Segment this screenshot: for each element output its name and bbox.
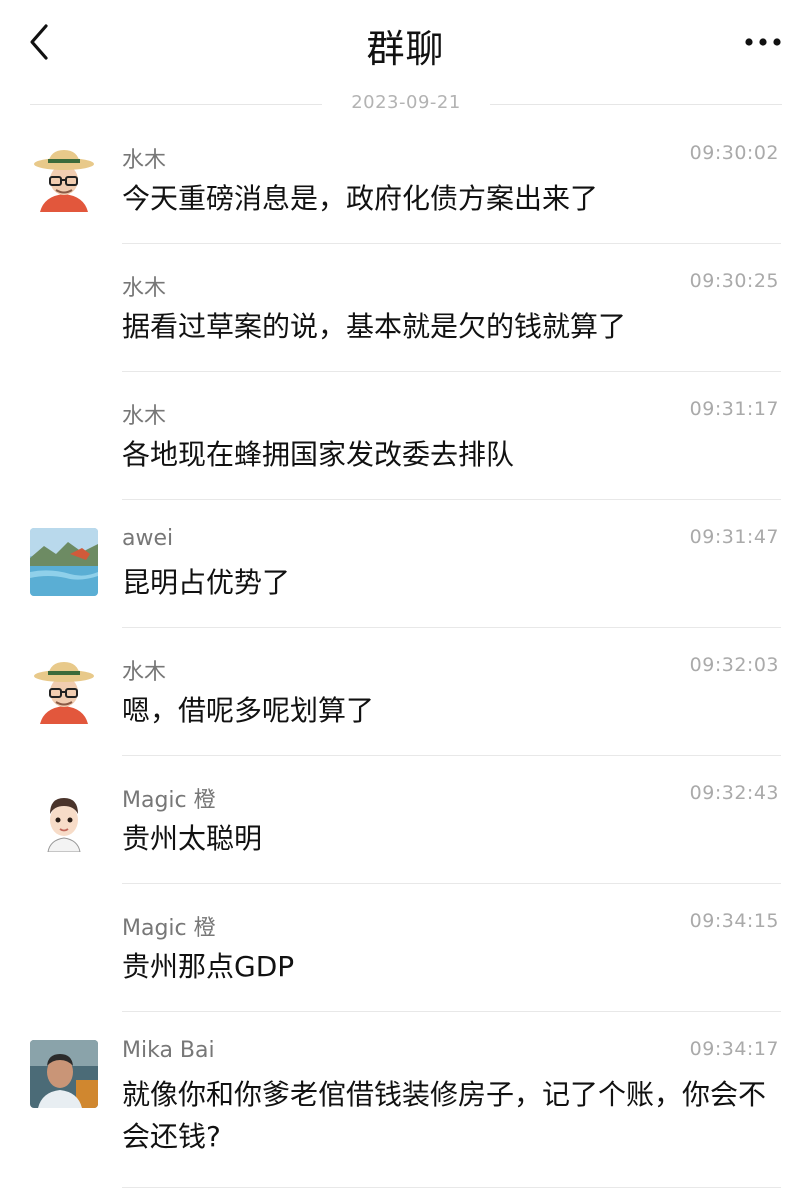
message-item[interactable]: 水木 09:32:03 嗯，借呢多呢划算了 [0, 628, 811, 756]
message-item[interactable]: awei 09:31:47 昆明占优势了 [0, 500, 811, 628]
message-item[interactable]: Magic 橙 09:34:15 贵州那点GDP [0, 884, 811, 1012]
sender-name: Mika Bai [122, 1038, 215, 1063]
sender-name: awei [122, 526, 174, 551]
sender-name: 水木 [122, 660, 167, 685]
sender-name: 水木 [122, 148, 167, 173]
date-divider-right [490, 104, 782, 105]
avatar[interactable] [30, 528, 98, 596]
date-label: 2023-09-21 [351, 92, 461, 113]
message-time: 09:30:25 [689, 270, 779, 292]
more-options-button[interactable] [741, 28, 785, 56]
message-time: 09:32:43 [689, 782, 779, 804]
message-time: 09:34:15 [689, 910, 779, 932]
message-text: 嗯，借呢多呢划算了 [122, 694, 375, 727]
message-item[interactable]: 水木 09:30:25 据看过草案的说，基本就是欠的钱就算了 [0, 244, 811, 372]
sender-name: Magic 橙 [122, 916, 216, 941]
divider [122, 1187, 781, 1188]
message-item[interactable]: 水木 09:31:17 各地现在蜂拥国家发改委去排队 [0, 372, 811, 500]
message-time: 09:34:17 [689, 1038, 779, 1060]
sender-name: Magic 橙 [122, 788, 216, 813]
top-nav-bar: 群聊 [0, 0, 811, 86]
avatar[interactable] [30, 784, 98, 852]
message-text: 就像你和你爹老倌借钱装修房子，记了个账，你会不会还钱? [122, 1078, 767, 1153]
page-title: 群聊 [366, 27, 445, 71]
avatar[interactable] [30, 144, 98, 212]
more-dots-icon [745, 38, 781, 46]
message-list: 水木 09:30:02 今天重磅消息是，政府化债方案出来了 水木 09:30:2… [0, 116, 811, 1188]
avatar[interactable] [30, 1040, 98, 1108]
message-time: 09:32:03 [689, 654, 779, 676]
message-time: 09:31:17 [689, 398, 779, 420]
message-text: 贵州太聪明 [122, 822, 263, 855]
message-item[interactable]: 水木 09:30:02 今天重磅消息是，政府化债方案出来了 [0, 116, 811, 244]
message-time: 09:31:47 [689, 526, 779, 548]
message-item[interactable]: Mika Bai 09:34:17 就像你和你爹老倌借钱装修房子，记了个账，你会… [0, 1012, 811, 1188]
message-text: 今天重磅消息是，政府化债方案出来了 [122, 182, 599, 215]
message-text: 贵州那点GDP [122, 950, 295, 983]
message-item[interactable]: Magic 橙 09:32:43 贵州太聪明 [0, 756, 811, 884]
sender-name: 水木 [122, 404, 167, 429]
message-text: 各地现在蜂拥国家发改委去排队 [122, 438, 515, 471]
date-separator: 2023-09-21 [30, 92, 782, 118]
message-text: 据看过草案的说，基本就是欠的钱就算了 [122, 310, 627, 343]
message-text: 昆明占优势了 [122, 566, 291, 599]
sender-name: 水木 [122, 276, 167, 301]
message-time: 09:30:02 [689, 142, 779, 164]
avatar[interactable] [30, 656, 98, 724]
